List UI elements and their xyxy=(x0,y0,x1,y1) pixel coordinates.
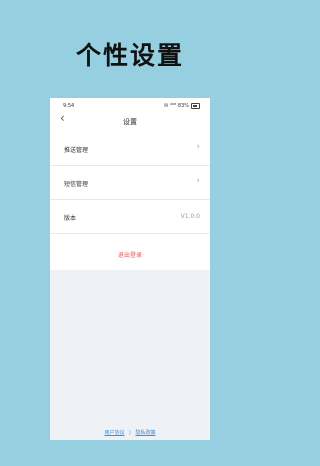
status-time: 9:54 xyxy=(63,103,75,109)
setting-item-version: 版本 V1.0.0 xyxy=(50,200,210,234)
setting-label: 短信管理 xyxy=(64,181,89,188)
chevron-right-icon: › xyxy=(196,142,200,152)
setting-label: 推送管理 xyxy=(64,147,89,154)
status-icons: ✉ ⁴⁶ᴳ 83% xyxy=(164,103,200,109)
battery-icon xyxy=(191,103,200,109)
page-title: 设置 xyxy=(123,118,137,126)
nav-bar: ‹ 设置 xyxy=(50,110,210,132)
user-agreement-link[interactable]: 用户协议 xyxy=(105,430,125,436)
status-bar: 9:54 ✉ ⁴⁶ᴳ 83% xyxy=(50,98,210,110)
footer-separator: | xyxy=(129,430,131,436)
chevron-right-icon: › xyxy=(196,176,200,186)
logout-button[interactable]: 退出登录 xyxy=(50,250,210,259)
footer-links: 用户协议 | 隐私政策 xyxy=(50,429,210,436)
privacy-policy-link[interactable]: 隐私政策 xyxy=(135,430,155,436)
phone-screen: 9:54 ✉ ⁴⁶ᴳ 83% ‹ 设置 推送管理 › 短信管理 › 版本 V1.… xyxy=(50,98,210,440)
version-value: V1.0.0 xyxy=(180,213,200,220)
setting-label: 版本 xyxy=(64,215,77,222)
setting-item-push[interactable]: 推送管理 › xyxy=(50,132,210,166)
status-indicators: ✉ ⁴⁶ᴳ 83% xyxy=(164,103,189,109)
banner-title: 个性设置 xyxy=(75,41,184,70)
setting-item-sms[interactable]: 短信管理 › xyxy=(50,166,210,200)
